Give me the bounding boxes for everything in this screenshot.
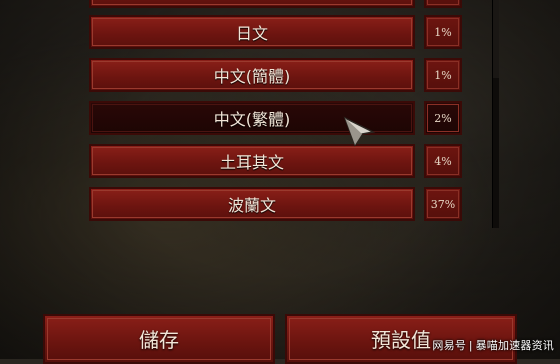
language-percent: 37% [424,187,462,221]
language-list: 日文 1% 中文(簡體) 1% 中文(繁體) 2% 土耳其文 4% 波蘭文 37… [0,0,560,240]
save-button[interactable]: 儲存 [43,314,275,364]
language-label: 中文(簡體) [213,67,291,86]
language-percent: 1% [424,15,462,49]
pointer-arrow-icon [342,115,376,149]
percent-value: 1% [434,68,452,82]
language-option-chinese-simplified[interactable]: 中文(簡體) [89,58,415,92]
percent-value: 1% [434,25,452,39]
scrollbar-track[interactable] [492,0,499,228]
language-label: 日文 [235,24,268,43]
language-percent: 4% [424,144,462,178]
language-percent: 2% [424,101,462,135]
language-option-turkish[interactable]: 土耳其文 [89,144,415,178]
percent-value: 2% [434,111,452,125]
language-label: 土耳其文 [219,153,284,172]
language-label: 中文(繁體) [213,110,291,129]
save-button-label: 儲存 [139,328,179,352]
percent-value: 37% [430,197,456,211]
scrollbar-thumb[interactable] [493,0,499,78]
language-label: 波蘭文 [227,196,276,215]
default-button-label: 預設值 [371,328,431,352]
language-percent: 1% [424,58,462,92]
watermark-text: 网易号 | 暴喵加速器资讯 [432,340,554,352]
language-option-polish[interactable]: 波蘭文 [89,187,415,221]
language-option-japanese[interactable]: 日文 [89,15,415,49]
percent-value: 4% [434,154,452,168]
